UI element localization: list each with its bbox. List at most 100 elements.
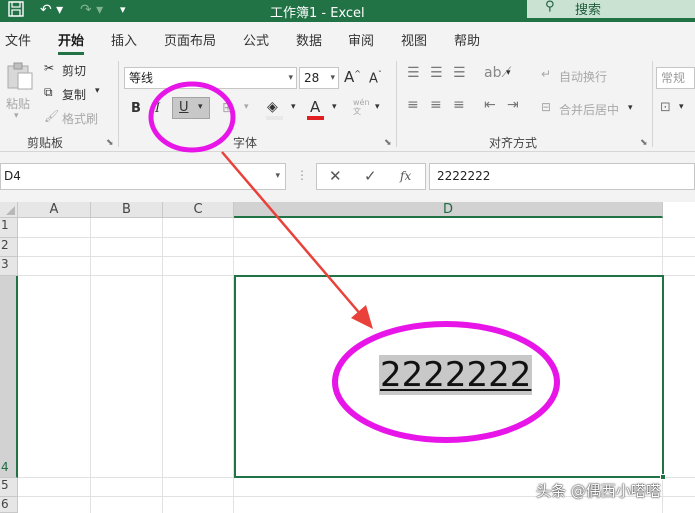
tab-view[interactable]: 视图 bbox=[401, 30, 427, 49]
font-size-value: 28 bbox=[304, 71, 320, 85]
gridline bbox=[18, 237, 695, 238]
paste-dropdown-icon[interactable]: ▾ bbox=[14, 111, 19, 121]
gridline bbox=[90, 218, 91, 513]
search-icon: ⚲ bbox=[545, 0, 555, 14]
select-all-button[interactable] bbox=[0, 202, 18, 218]
tab-insert[interactable]: 插入 bbox=[111, 30, 137, 49]
select-all-icon bbox=[6, 206, 15, 215]
row-header-3[interactable]: 3 bbox=[0, 257, 18, 276]
alignment-group-label: 对齐方式 bbox=[489, 136, 538, 150]
wrap-text-button[interactable]: 自动换行 bbox=[559, 68, 607, 85]
font-size-select[interactable]: 28 ▾ bbox=[299, 67, 339, 89]
decrease-font-icon[interactable]: Aˇ bbox=[369, 70, 382, 86]
number-format-value: 常规 bbox=[661, 71, 686, 85]
undo-icon[interactable]: ↶ ▾ bbox=[40, 1, 63, 19]
copy-dropdown-icon[interactable]: ▾ bbox=[95, 86, 100, 96]
search-box[interactable]: ⚲ 搜索 bbox=[527, 0, 695, 18]
chevron-down-icon: ▾ bbox=[330, 73, 335, 83]
row-header-6[interactable]: 6 bbox=[0, 497, 18, 513]
divider bbox=[652, 61, 653, 147]
fill-color-swatch bbox=[266, 116, 283, 120]
cancel-icon[interactable]: ✕ bbox=[329, 167, 342, 185]
alignment-launcher-icon[interactable]: ⬊ bbox=[640, 138, 648, 148]
align-center-icon[interactable]: ≡ bbox=[430, 97, 442, 113]
worksheet-grid: A B C D 1 2 3 4 5 6 bbox=[0, 202, 695, 513]
merge-center-button[interactable]: 合并后居中 bbox=[559, 101, 619, 118]
save-icon[interactable] bbox=[8, 1, 24, 19]
align-middle-icon[interactable]: ☰ bbox=[430, 65, 443, 81]
name-box[interactable]: D4 ▾ bbox=[0, 163, 286, 190]
font-group-label: 字体 bbox=[233, 136, 258, 150]
phonetic-dropdown-icon[interactable]: ▾ bbox=[375, 102, 380, 112]
clipboard-launcher-icon[interactable]: ⬊ bbox=[106, 138, 114, 148]
align-top-icon[interactable]: ☰ bbox=[407, 65, 420, 81]
increase-indent-icon[interactable]: ⇥ bbox=[507, 97, 519, 113]
copy-icon[interactable]: ⧉ bbox=[44, 85, 53, 100]
align-right-icon[interactable]: ≡ bbox=[453, 97, 465, 113]
phonetic-icon[interactable]: wén 文 bbox=[353, 98, 370, 116]
italic-button[interactable]: I bbox=[155, 101, 160, 116]
redo-icon[interactable]: ↷ ▾ bbox=[80, 1, 103, 19]
customize-toolbar-icon[interactable]: ▾ bbox=[120, 1, 126, 19]
font-name-value: 等线 bbox=[129, 71, 154, 85]
chevron-down-icon: ▾ bbox=[288, 73, 293, 83]
align-bottom-icon[interactable]: ☰ bbox=[453, 65, 466, 81]
row-header-4[interactable]: 4 bbox=[0, 276, 18, 478]
cut-icon[interactable]: ✂ bbox=[44, 61, 54, 75]
column-header-a[interactable]: A bbox=[18, 202, 91, 218]
insert-function-button[interactable]: fx bbox=[400, 169, 411, 183]
cut-button[interactable]: 剪切 bbox=[62, 62, 86, 79]
increase-font-icon[interactable]: A^ bbox=[344, 68, 361, 86]
underline-button[interactable] bbox=[172, 97, 210, 119]
orientation-dropdown-icon[interactable]: ▾ bbox=[506, 68, 511, 78]
tab-data[interactable]: 数据 bbox=[296, 30, 322, 49]
fill-handle[interactable] bbox=[660, 474, 666, 480]
accounting-dropdown-icon[interactable]: ▾ bbox=[679, 102, 684, 112]
tab-home[interactable]: 开始 bbox=[58, 30, 85, 55]
number-format-select[interactable]: 常规 bbox=[656, 67, 695, 89]
name-box-value: D4 bbox=[4, 169, 21, 183]
tab-formulas[interactable]: 公式 bbox=[243, 30, 269, 49]
row-header-2[interactable]: 2 bbox=[0, 238, 18, 257]
tab-help[interactable]: 帮助 bbox=[454, 30, 480, 49]
cell-value: 2222222 bbox=[379, 355, 533, 395]
underline-dropdown-icon[interactable]: ▾ bbox=[198, 102, 203, 112]
column-header-b[interactable]: B bbox=[91, 202, 163, 218]
tab-page-layout[interactable]: 页面布局 bbox=[164, 30, 216, 49]
formula-input[interactable]: 2222222 bbox=[429, 163, 695, 190]
format-painter-icon[interactable]: 🖌 bbox=[44, 109, 59, 123]
paste-button[interactable]: 粘贴 bbox=[6, 95, 30, 112]
font-launcher-icon[interactable]: ⬊ bbox=[384, 138, 392, 148]
wrap-text-icon[interactable]: ↵ bbox=[541, 67, 551, 81]
decrease-indent-icon[interactable]: ⇤ bbox=[484, 97, 496, 113]
tab-file[interactable]: 文件 bbox=[5, 30, 31, 49]
bold-button[interactable]: B bbox=[131, 101, 141, 116]
chevron-down-icon: ▾ bbox=[275, 171, 280, 181]
formula-bar: D4 ▾ ⋮ ✕ ✓ fx 2222222 bbox=[0, 152, 695, 202]
column-header-c[interactable]: C bbox=[163, 202, 234, 218]
merge-icon[interactable]: ⊟ bbox=[541, 100, 551, 114]
format-painter-button[interactable]: 格式刷 bbox=[62, 110, 98, 127]
copy-button[interactable]: 复制 bbox=[62, 86, 86, 103]
more-icon[interactable]: ⋮ bbox=[296, 168, 308, 182]
fill-color-dropdown-icon[interactable]: ▾ bbox=[291, 102, 296, 112]
enter-icon[interactable]: ✓ bbox=[364, 167, 377, 185]
font-color-button[interactable]: A bbox=[310, 98, 320, 116]
gridline bbox=[162, 218, 163, 513]
accounting-format-icon[interactable]: ⊡ bbox=[660, 100, 671, 115]
tab-review[interactable]: 审阅 bbox=[348, 30, 374, 49]
ribbon: 粘贴 ▾ ✂ 剪切 ⧉ 复制 ▾ 🖌 格式刷 剪贴板 ⬊ 等线 ▾ 28 ▾ A… bbox=[0, 55, 695, 152]
align-left-icon[interactable]: ≡ bbox=[407, 97, 419, 113]
merge-dropdown-icon[interactable]: ▾ bbox=[628, 103, 633, 113]
font-color-dropdown-icon[interactable]: ▾ bbox=[332, 102, 337, 112]
font-name-select[interactable]: 等线 ▾ bbox=[124, 67, 297, 89]
clipboard-group-label: 剪贴板 bbox=[27, 136, 64, 150]
row-header-5[interactable]: 5 bbox=[0, 478, 18, 497]
divider bbox=[396, 61, 397, 147]
paste-icon[interactable] bbox=[6, 61, 34, 94]
row-header-1[interactable]: 1 bbox=[0, 218, 18, 238]
fill-color-icon[interactable]: ◈ bbox=[267, 99, 278, 115]
borders-icon[interactable]: ⊞ bbox=[222, 100, 234, 116]
column-header-d[interactable]: D bbox=[234, 202, 663, 218]
borders-dropdown-icon[interactable]: ▾ bbox=[244, 102, 249, 112]
